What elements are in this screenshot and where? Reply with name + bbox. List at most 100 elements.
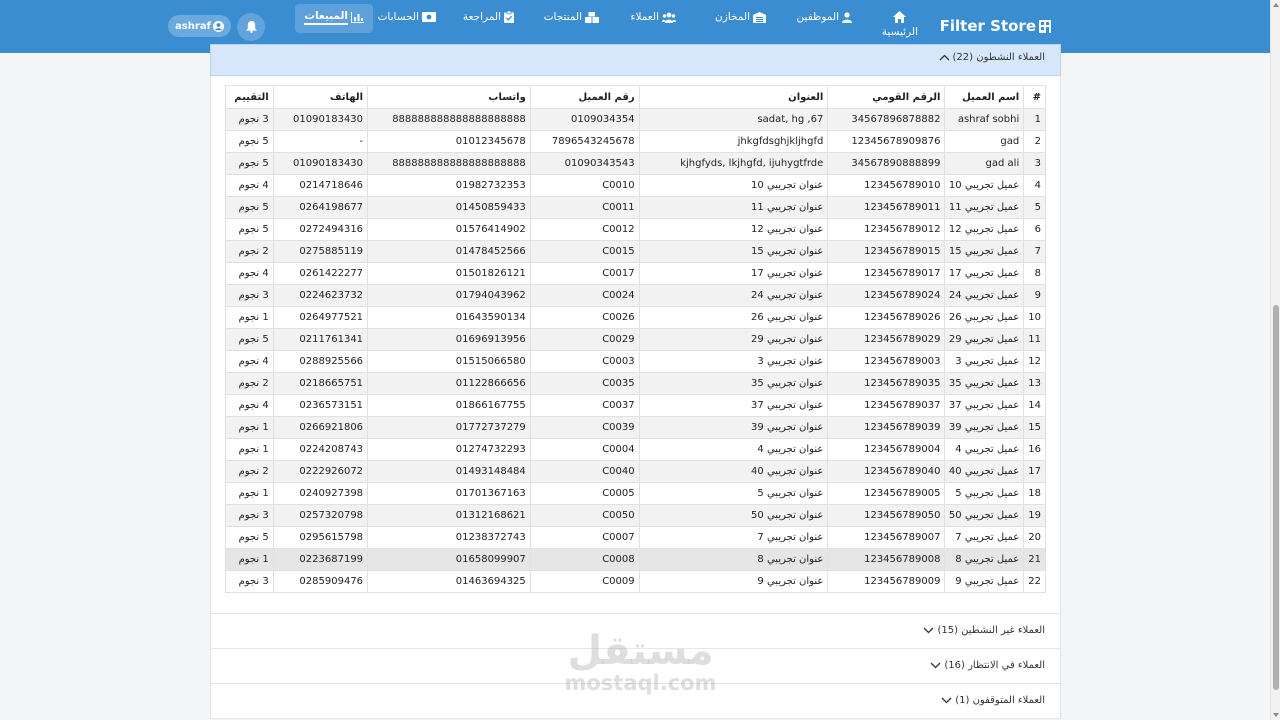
table-row[interactable]: 10 عميل تجريبي 26 123456789026 عنوان تجريبي… [225,306,1046,329]
cell-customer-number: C0009 [529,570,640,593]
cell-customer-number: C0040 [529,460,640,483]
cell-national-id: 123456789050 [827,504,946,527]
nav-review[interactable]: المراجعة [463,11,514,23]
notifications-button[interactable] [237,13,265,41]
header-name[interactable]: اسم العميل [944,85,1025,109]
cell-whatsapp: 01450859433 [367,196,531,219]
table-row[interactable]: 22 عميل تجريبي 9 123456789009 عنوان تجريبي … [225,570,1046,593]
table-row[interactable]: 14 عميل تجريبي 37 123456789037 عنوان تجريبي… [225,394,1046,417]
user-menu[interactable]: ashraf [168,15,231,37]
header-whatsapp[interactable]: واتساب [367,85,531,109]
cell-rating: 2 نجوم [225,372,274,395]
cell-customer-number: C0017 [529,262,640,285]
table-row[interactable]: 1 ashraf sobhi 34567896878882 sadat, hg ,67… [225,108,1046,131]
table-row[interactable]: 3 gad ali 34567890888899 kjhgfyds, lkjhgfd,… [225,152,1046,175]
cell-national-id: 123456789026 [827,306,946,329]
user-name: ashraf [175,20,211,32]
cell-address: عنوان تجريبي 4 [638,438,829,461]
cell-phone: 0272494316 [272,218,369,241]
cell-phone: 0224208743 [272,438,369,461]
cell-address: عنوان تجريبي 7 [638,526,829,549]
cell-name: عميل تجريبي 11 [944,196,1025,219]
header-address[interactable]: العنوان [638,85,829,109]
table-row[interactable]: 6 عميل تجريبي 12 123456789012 عنوان تجريبي … [225,218,1046,241]
chevron-down-icon [930,662,941,669]
cell-customer-number: C0035 [529,372,640,395]
cell-name: عميل تجريبي 8 [944,548,1025,571]
accordion-inactive-customers[interactable]: العملاء غير النشطين (15) [210,614,1061,649]
table-row[interactable]: 11 عميل تجريبي 29 123456789029 عنوان تجريبي… [225,328,1046,351]
table-row[interactable]: 16 عميل تجريبي 4 123456789004 عنوان تجريبي … [225,438,1046,461]
table-row[interactable]: 9 عميل تجريبي 24 123456789024 عنوان تجريبي … [225,284,1046,307]
cell-address: عنوان تجريبي 15 [638,240,829,263]
cell-name: عميل تجريبي 50 [944,504,1025,527]
cell-whatsapp: 01701367163 [367,482,531,505]
table-row[interactable]: 18 عميل تجريبي 5 123456789005 عنوان تجريبي … [225,482,1046,505]
table-row[interactable]: 15 عميل تجريبي 39 123456789039 عنوان تجريبي… [225,416,1046,439]
table-row[interactable]: 5 عميل تجريبي 11 123456789011 عنوان تجريبي … [225,196,1046,219]
nav-employees[interactable]: الموظفين [797,11,852,23]
accordion-active-customers[interactable]: العملاء النشطون (22) [210,44,1061,76]
scroll-up-arrow[interactable] [1273,3,1279,7]
cell-rating: 1 نجوم [225,416,274,439]
table-row[interactable]: 4 عميل تجريبي 10 123456789010 عنوان تجريبي … [225,174,1046,197]
scroll-thumb[interactable] [1273,305,1279,690]
nav-warehouses[interactable]: المخازن [715,11,766,23]
cell-phone: 0261422277 [272,262,369,285]
cell-phone: 0240927398 [272,482,369,505]
cell-phone: 0236573151 [272,394,369,417]
table-row[interactable]: 2 gad 12345678909876 jhkgfdsghjkljhgfd 78965… [225,130,1046,153]
table-row[interactable]: 13 عميل تجريبي 35 123456789035 عنوان تجريبي… [225,372,1046,395]
table-row[interactable]: 21 عميل تجريبي 8 123456789008 عنوان تجريبي … [225,548,1046,571]
accordion-waiting-customers[interactable]: العملاء في الانتظار (16) [210,649,1061,684]
header-phone[interactable]: الهاتف [272,85,369,109]
cell-national-id: 123456789011 [827,196,946,219]
cell-name: عميل تجريبي 40 [944,460,1025,483]
cell-customer-number: C0015 [529,240,640,263]
cell-customer-number: 7896543245678 [529,130,640,153]
cell-whatsapp: 01794043962 [367,284,531,307]
cell-national-id: 34567890888899 [827,152,946,175]
table-row[interactable]: 19 عميل تجريبي 50 123456789050 عنوان تجريبي… [225,504,1046,527]
page-scrollbar[interactable] [1270,0,1280,720]
table-row[interactable]: 17 عميل تجريبي 40 123456789040 عنوان تجريبي… [225,460,1046,483]
cell-national-id: 123456789007 [827,526,946,549]
header-rating[interactable]: التقييم [225,85,274,109]
accordion-stopped-customers[interactable]: العملاء المتوقفون (1) [210,684,1061,719]
money-icon [422,12,436,22]
cell-national-id: 123456789029 [827,328,946,351]
cell-address: عنوان تجريبي 10 [638,174,829,197]
cell-customer-number: 0109034354 [529,108,640,131]
cell-name: عميل تجريبي 3 [944,350,1025,373]
cell-name: عميل تجريبي 26 [944,306,1025,329]
cell-index: 3 [1023,152,1046,175]
cell-index: 20 [1023,526,1046,549]
cell-address: عنوان تجريبي 50 [638,504,829,527]
cell-whatsapp: 01643590134 [367,306,531,329]
cell-customer-number: 01090343543 [529,152,640,175]
header-national-id[interactable]: الرقم القومي [827,85,946,109]
cell-phone: 0214718646 [272,174,369,197]
nav-sales[interactable]: المبيعات [295,4,373,33]
nav-products[interactable]: المنتجات [544,11,599,23]
nav-customers[interactable]: العملاء [631,11,676,23]
table-header-row: # اسم العميل الرقم القومي العنوان رقم ال… [225,85,1046,109]
table-row[interactable]: 7 عميل تجريبي 15 123456789015 عنوان تجريبي … [225,240,1046,263]
cell-whatsapp: 01658099907 [367,548,531,571]
nav-accounts[interactable]: الحسابات [378,11,436,23]
table-row[interactable]: 12 عميل تجريبي 3 123456789003 عنوان تجريبي … [225,350,1046,373]
header-index[interactable]: # [1023,85,1046,109]
cell-index: 13 [1023,372,1046,395]
table-row[interactable]: 8 عميل تجريبي 17 123456789017 عنوان تجريبي … [225,262,1046,285]
cell-rating: 3 نجوم [225,284,274,307]
table-row[interactable]: 20 عميل تجريبي 7 123456789007 عنوان تجريبي … [225,526,1046,549]
cell-rating: 5 نجوم [225,196,274,219]
scroll-down-arrow[interactable] [1273,713,1279,717]
cell-phone: 0264977521 [272,306,369,329]
cell-phone: 0223687199 [272,548,369,571]
brand-logo[interactable]: Filter Store [940,17,1052,35]
cell-whatsapp: 01122866656 [367,372,531,395]
header-customer-number[interactable]: رقم العميل [529,85,640,109]
nav-home[interactable]: الرئيسية [882,11,918,38]
accordion-active-title: العملاء النشطون (22) [939,52,1045,63]
